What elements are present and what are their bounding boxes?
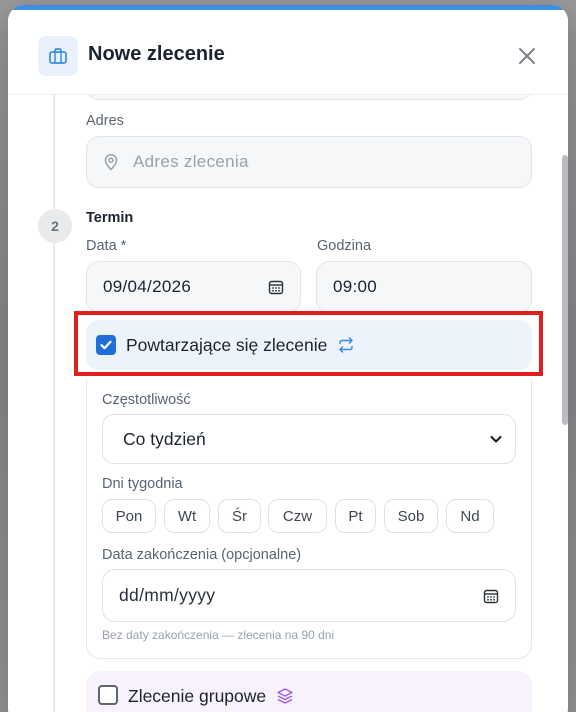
previous-field[interactable]	[86, 95, 532, 100]
time-value: 09:00	[333, 277, 378, 296]
group-order-toggle[interactable]: Zlecenie grupowe	[86, 671, 532, 712]
date-label: Data *	[86, 238, 127, 254]
time-label: Godzina	[317, 238, 372, 254]
end-date-value: dd/mm/yyyy	[119, 585, 216, 605]
close-icon[interactable]	[511, 40, 543, 72]
address-placeholder: Adres zlecenia	[133, 152, 249, 171]
frequency-label: Częstotliwość	[102, 392, 191, 408]
modal-title: Nowe zlecenie	[88, 43, 225, 65]
briefcase-icon	[38, 36, 78, 76]
end-date-label: Data zakończenia (opcjonalne)	[102, 547, 302, 563]
modal-body: Adres Adres zlecenia 2 Termin Data * 09/…	[8, 95, 568, 712]
layers-icon	[276, 687, 294, 705]
group-order-checkbox[interactable]	[98, 685, 118, 705]
end-date-input[interactable]: dd/mm/yyyy	[102, 569, 516, 622]
weekday-button-sr[interactable]: Śr	[218, 499, 261, 533]
step-number-badge: 2	[38, 209, 72, 243]
weekday-button-sob[interactable]: Sob	[384, 499, 438, 533]
modal-header: Nowe zlecenie	[8, 10, 568, 95]
step-connector-line	[53, 95, 55, 712]
date-input[interactable]: 09/04/2026	[86, 261, 301, 313]
time-input[interactable]: 09:00	[316, 261, 532, 313]
date-value: 09/04/2026	[103, 277, 192, 296]
recurring-order-toggle[interactable]: Powtarzające się zlecenie	[86, 320, 532, 370]
modal-scrollbar-thumb[interactable]	[562, 155, 568, 425]
weekday-button-nd[interactable]: Nd	[446, 499, 494, 533]
repeat-icon	[337, 336, 355, 354]
recurring-checkbox[interactable]	[96, 335, 116, 355]
chevron-down-icon	[489, 432, 503, 446]
address-input[interactable]: Adres zlecenia	[86, 136, 532, 188]
group-order-label: Zlecenie grupowe	[128, 686, 267, 706]
weekday-button-pt[interactable]: Pt	[335, 499, 376, 533]
new-order-modal: Nowe zlecenie Adres Adres zlecenia 2 Ter…	[8, 5, 568, 712]
address-label: Adres	[86, 113, 124, 129]
calendar-icon[interactable]	[483, 588, 499, 604]
weekday-button-czw[interactable]: Czw	[268, 499, 327, 533]
calendar-icon[interactable]	[268, 279, 284, 295]
weekday-button-pon[interactable]: Pon	[102, 499, 156, 533]
frequency-select[interactable]: Co tydzień	[102, 414, 516, 464]
section-title-termin: Termin	[86, 210, 134, 226]
frequency-selected-value: Co tydzień	[123, 428, 206, 449]
end-date-hint: Bez daty zakończenia — zlecenia na 90 dn…	[102, 628, 335, 642]
weekdays-label: Dni tygodnia	[102, 476, 183, 492]
weekday-button-wt[interactable]: Wt	[164, 499, 210, 533]
map-pin-icon	[103, 153, 119, 171]
recurring-label: Powtarzające się zlecenie	[126, 334, 328, 355]
